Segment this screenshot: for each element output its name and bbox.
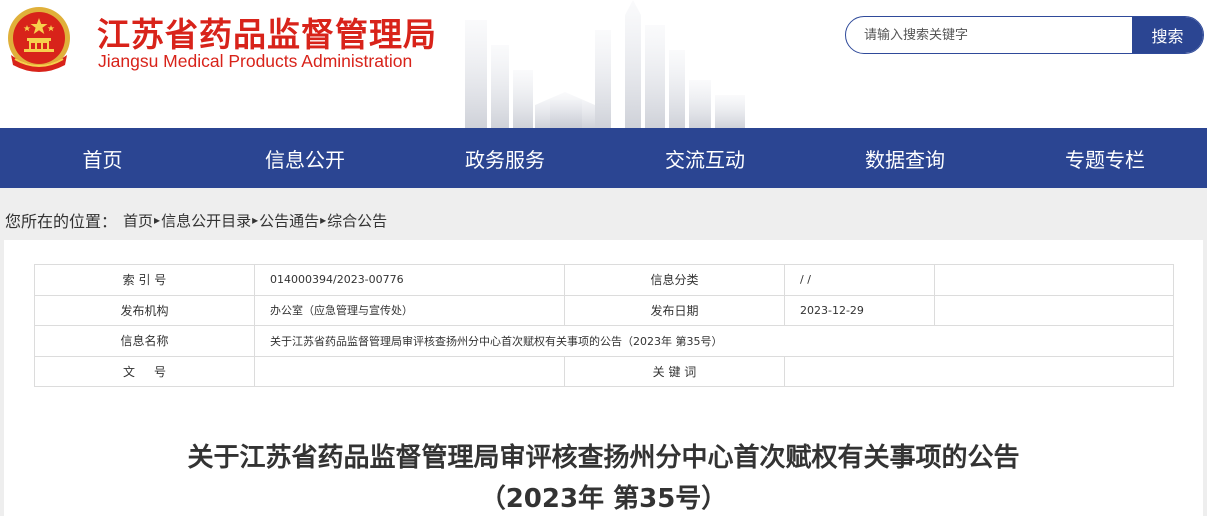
site-title: 江苏省药品监督管理局 [97, 15, 437, 54]
empty-cell [934, 294, 1174, 326]
document-title-line2: （2023年 第35号） [479, 484, 728, 514]
search-box: 搜索 [845, 16, 1204, 54]
search-input[interactable] [846, 17, 1132, 53]
publish-date-value: 2023-12-29 [784, 294, 935, 326]
document-number-value [254, 355, 565, 387]
breadcrumb-item-info-catalog[interactable]: 信息公开目录 [161, 210, 251, 231]
info-name-value: 关于江苏省药品监督管理局审评核查扬州分中心首次赋权有关事项的公告（2023年 第… [254, 325, 1174, 357]
breadcrumb-separator: ▸ [154, 213, 161, 227]
index-number-value: 014000394/2023-00776 [254, 264, 565, 296]
category-value: / / [784, 264, 935, 296]
breadcrumb: 您所在的位置： 首页 ▸ 信息公开目录 ▸ 公告通告 ▸ 综合公告 [5, 208, 387, 232]
main-nav: 首页 信息公开 政务服务 交流互动 数据查询 专题专栏 [0, 128, 1207, 188]
table-row: 索 引 号 014000394/2023-00776 信息分类 / / [34, 264, 1174, 296]
breadcrumb-separator: ▸ [252, 213, 259, 227]
publisher-value: 办公室（应急管理与宣传处） [254, 294, 565, 326]
nav-item-home[interactable]: 首页 [0, 128, 205, 188]
info-metadata-table: 索 引 号 014000394/2023-00776 信息分类 / / 发布机构… [34, 264, 1174, 387]
table-row: 发布机构 办公室（应急管理与宣传处） 发布日期 2023-12-29 [34, 294, 1174, 326]
breadcrumb-item-general-announcements[interactable]: 综合公告 [327, 210, 387, 231]
document-number-label: 文 号 [34, 355, 255, 387]
nav-item-special-topics[interactable]: 专题专栏 [1005, 128, 1205, 188]
national-emblem-icon [8, 7, 70, 72]
category-label: 信息分类 [564, 264, 785, 296]
document-title: 关于江苏省药品监督管理局审评核查扬州分中心首次赋权有关事项的公告 （2023年 … [0, 438, 1207, 516]
site-subtitle: Jiangsu Medical Products Administration [98, 51, 413, 71]
index-number-label: 索 引 号 [34, 264, 255, 296]
breadcrumb-separator: ▸ [320, 213, 327, 227]
publish-date-label: 发布日期 [564, 294, 785, 326]
nav-item-interaction[interactable]: 交流互动 [605, 128, 805, 188]
keywords-value [784, 355, 1174, 387]
document-title-line1: 关于江苏省药品监督管理局审评核查扬州分中心首次赋权有关事项的公告 [187, 443, 1020, 473]
nav-item-data-query[interactable]: 数据查询 [805, 128, 1005, 188]
nav-item-government-services[interactable]: 政务服务 [405, 128, 605, 188]
keywords-label: 关 键 词 [564, 355, 785, 387]
empty-cell [934, 264, 1174, 296]
table-row: 文 号 关 键 词 [34, 355, 1174, 387]
table-row: 信息名称 关于江苏省药品监督管理局审评核查扬州分中心首次赋权有关事项的公告（20… [34, 325, 1174, 357]
site-header: 江苏省药品监督管理局 Jiangsu Medical Products Admi… [0, 0, 1207, 128]
info-name-label: 信息名称 [34, 325, 255, 357]
breadcrumb-label: 您所在的位置： [5, 212, 118, 231]
breadcrumb-item-home[interactable]: 首页 [123, 210, 153, 231]
breadcrumb-item-announcements[interactable]: 公告通告 [259, 210, 319, 231]
skyline-decoration [465, 0, 745, 128]
nav-item-info-disclosure[interactable]: 信息公开 [205, 128, 405, 188]
publisher-label: 发布机构 [34, 294, 255, 326]
search-button[interactable]: 搜索 [1132, 17, 1203, 53]
